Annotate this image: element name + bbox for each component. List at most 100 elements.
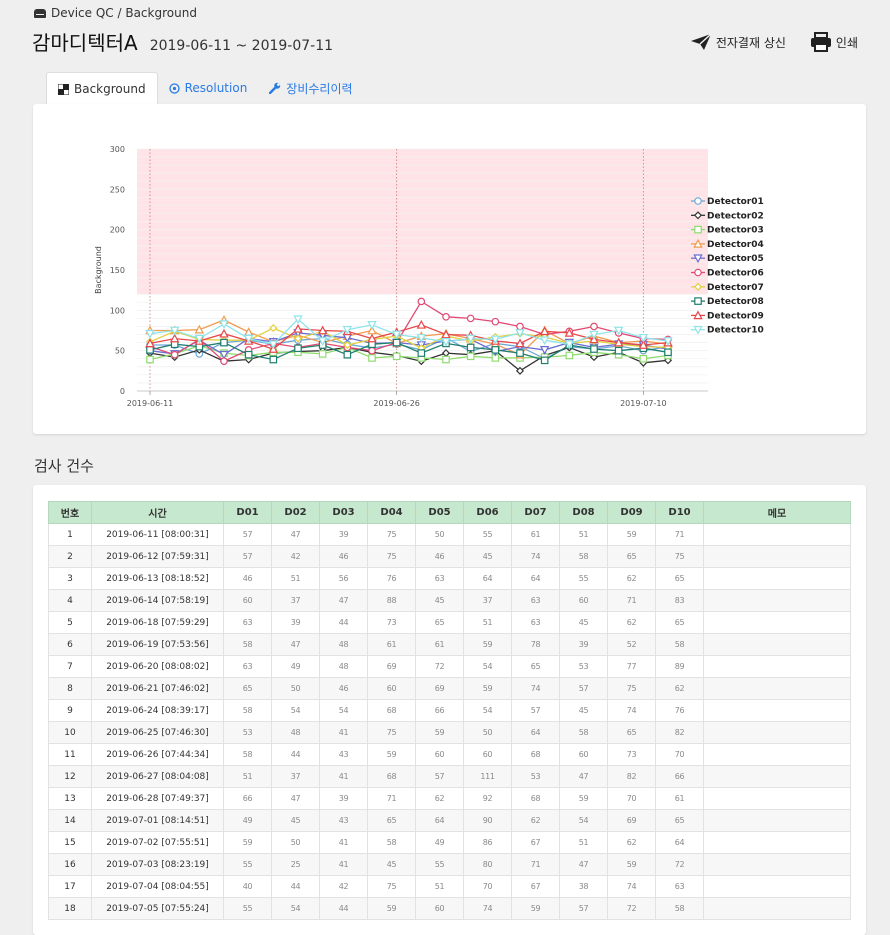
data-point bbox=[368, 354, 376, 362]
table-row[interactable]: 12 2019-06-27 [08:04:08] 51 37 41 68 57 111 53 47… bbox=[48, 765, 851, 788]
table-row[interactable]: 6 2019-06-19 [07:53:56] 58 47 48 61 61 59 78 39 52… bbox=[48, 633, 851, 656]
detector-value-cell: 68 bbox=[367, 765, 416, 788]
legend-label[interactable]: Detector04 bbox=[707, 240, 764, 250]
detector-value-cell: 77 bbox=[607, 655, 656, 678]
table-row[interactable]: 8 2019-06-21 [07:46:02] 65 50 46 60 69 59 74 57 75… bbox=[48, 677, 851, 700]
detector-value-cell: 51 bbox=[271, 567, 320, 590]
submit-approval-label: 전자결재 상신 bbox=[715, 35, 786, 50]
detector-value-cell: 46 bbox=[415, 545, 464, 568]
detector-value-cell: 44 bbox=[319, 611, 368, 634]
detector-value-cell: 66 bbox=[655, 765, 704, 788]
table-row[interactable]: 13 2019-06-28 [07:49:37] 66 47 39 71 62 92 68 59 7… bbox=[48, 787, 851, 810]
memo-cell bbox=[703, 743, 851, 766]
detector-value-cell: 50 bbox=[271, 831, 320, 854]
column-header[interactable]: D03 bbox=[319, 501, 368, 524]
detector-value-cell: 65 bbox=[367, 809, 416, 832]
row-number-cell: 2 bbox=[48, 545, 92, 568]
detector-value-cell: 69 bbox=[415, 677, 464, 700]
tab-repair-history[interactable]: 장비수리이력 bbox=[258, 72, 363, 104]
detector-value-cell: 76 bbox=[367, 567, 416, 590]
device-icon bbox=[34, 8, 46, 18]
detector-value-cell: 67 bbox=[511, 831, 560, 854]
tab-background[interactable]: Background bbox=[46, 72, 158, 105]
legend-label[interactable]: Detector10 bbox=[707, 326, 764, 336]
legend-label[interactable]: Detector03 bbox=[707, 226, 764, 236]
legend-label[interactable]: Detector09 bbox=[707, 311, 764, 321]
detector-value-cell: 75 bbox=[367, 721, 416, 744]
column-header[interactable]: D02 bbox=[271, 501, 320, 524]
legend-label[interactable]: Detector06 bbox=[707, 269, 764, 279]
detector-value-cell: 47 bbox=[559, 853, 608, 876]
column-header[interactable]: D05 bbox=[415, 501, 464, 524]
detector-value-cell: 70 bbox=[607, 787, 656, 810]
detector-value-cell: 51 bbox=[463, 611, 512, 634]
column-header[interactable]: 메모 bbox=[703, 501, 851, 524]
detector-value-cell: 64 bbox=[511, 567, 560, 590]
detector-value-cell: 49 bbox=[271, 655, 320, 678]
table-row[interactable]: 7 2019-06-20 [08:08:02] 63 49 48 69 72 54 65 53 77… bbox=[48, 655, 851, 678]
table-row[interactable]: 17 2019-07-04 [08:04:55] 40 44 42 75 51 70 67 38 7… bbox=[48, 875, 851, 898]
detector-value-cell: 60 bbox=[223, 589, 272, 612]
column-header[interactable]: D04 bbox=[367, 501, 416, 524]
detector-value-cell: 54 bbox=[463, 655, 512, 678]
table-row[interactable]: 16 2019-07-03 [08:23:19] 55 25 41 45 55 80 71 47 5… bbox=[48, 853, 851, 876]
legend-label[interactable]: Detector07 bbox=[707, 283, 764, 293]
detector-value-cell: 70 bbox=[655, 743, 704, 766]
print-button[interactable]: 인쇄 bbox=[810, 32, 858, 52]
detector-value-cell: 72 bbox=[607, 897, 656, 920]
detector-value-cell: 65 bbox=[607, 545, 656, 568]
detector-value-cell: 41 bbox=[319, 721, 368, 744]
detector-value-cell: 58 bbox=[559, 721, 608, 744]
column-header[interactable]: 번호 bbox=[48, 501, 92, 524]
table-row[interactable]: 11 2019-06-26 [07:44:34] 58 44 43 59 60 60 68 60 7… bbox=[48, 743, 851, 766]
legend-label[interactable]: Detector05 bbox=[707, 254, 764, 264]
data-point bbox=[417, 349, 426, 357]
detector-value-cell: 74 bbox=[463, 897, 512, 920]
table-row[interactable]: 4 2019-06-14 [07:58:19] 60 37 47 88 45 37 63 60 71… bbox=[48, 589, 851, 612]
table-row[interactable]: 14 2019-07-01 [08:14:51] 49 45 43 65 64 90 62 54 6… bbox=[48, 809, 851, 832]
column-header[interactable]: D10 bbox=[655, 501, 704, 524]
detector-value-cell: 50 bbox=[463, 721, 512, 744]
table-row[interactable]: 15 2019-07-02 [07:55:51] 59 50 41 58 49 86 67 51 6… bbox=[48, 831, 851, 854]
table-row[interactable]: 3 2019-06-13 [08:18:52] 46 51 56 76 63 64 64 55 62… bbox=[48, 567, 851, 590]
detector-value-cell: 73 bbox=[607, 743, 656, 766]
tab-resolution[interactable]: Resolution bbox=[158, 72, 259, 104]
data-point bbox=[392, 352, 401, 361]
x-tick-label: 2019-06-11 bbox=[127, 399, 174, 408]
table-row[interactable]: 10 2019-06-25 [07:46:30] 53 48 41 75 59 50 64 58 6… bbox=[48, 721, 851, 744]
table-row[interactable]: 5 2019-06-18 [07:59:29] 63 39 44 73 65 51 63 45 62… bbox=[48, 611, 851, 634]
column-header[interactable]: 시간 bbox=[91, 501, 224, 524]
column-header[interactable]: D07 bbox=[511, 501, 560, 524]
column-header[interactable]: D08 bbox=[559, 501, 608, 524]
row-number-cell: 4 bbox=[48, 589, 92, 612]
detector-value-cell: 73 bbox=[367, 611, 416, 634]
detector-value-cell: 59 bbox=[607, 523, 656, 546]
detector-value-cell: 55 bbox=[463, 523, 512, 546]
table-row[interactable]: 9 2019-06-24 [08:39:17] 58 54 54 68 66 54 57 45 74… bbox=[48, 699, 851, 722]
detector-value-cell: 57 bbox=[415, 765, 464, 788]
column-header[interactable]: D01 bbox=[223, 501, 272, 524]
detector-value-cell: 74 bbox=[607, 699, 656, 722]
detector-value-cell: 58 bbox=[655, 897, 704, 920]
legend-label[interactable]: Detector02 bbox=[707, 211, 764, 221]
legend-label[interactable]: Detector01 bbox=[707, 197, 764, 207]
chart-panel: 0 50 100 150 200 250 300 Background 2019-06-11 20… bbox=[33, 104, 866, 434]
detector-value-cell: 47 bbox=[271, 633, 320, 656]
legend-label[interactable]: Detector08 bbox=[707, 297, 764, 307]
detector-value-cell: 57 bbox=[559, 677, 608, 700]
detector-value-cell: 65 bbox=[223, 677, 272, 700]
detector-value-cell: 75 bbox=[607, 677, 656, 700]
detector-value-cell: 82 bbox=[607, 765, 656, 788]
submit-approval-button[interactable]: 전자결재 상신 bbox=[690, 33, 786, 51]
table-row[interactable]: 1 2019-06-11 [08:00:31] 57 47 39 75 50 55 61 51 59… bbox=[48, 523, 851, 546]
detector-value-cell: 62 bbox=[655, 677, 704, 700]
detector-value-cell: 55 bbox=[223, 897, 272, 920]
data-point bbox=[516, 349, 524, 357]
detector-value-cell: 51 bbox=[415, 875, 464, 898]
table-row[interactable]: 18 2019-07-05 [07:55:24] 55 54 44 59 60 74 59 57 7… bbox=[48, 897, 851, 920]
column-header[interactable]: D06 bbox=[463, 501, 512, 524]
table-row[interactable]: 2 2019-06-12 [07:59:31] 57 42 46 75 46 45 74 58 65… bbox=[48, 545, 851, 568]
wrench-icon bbox=[269, 82, 281, 94]
column-header[interactable]: D09 bbox=[607, 501, 656, 524]
detector-value-cell: 59 bbox=[463, 633, 512, 656]
